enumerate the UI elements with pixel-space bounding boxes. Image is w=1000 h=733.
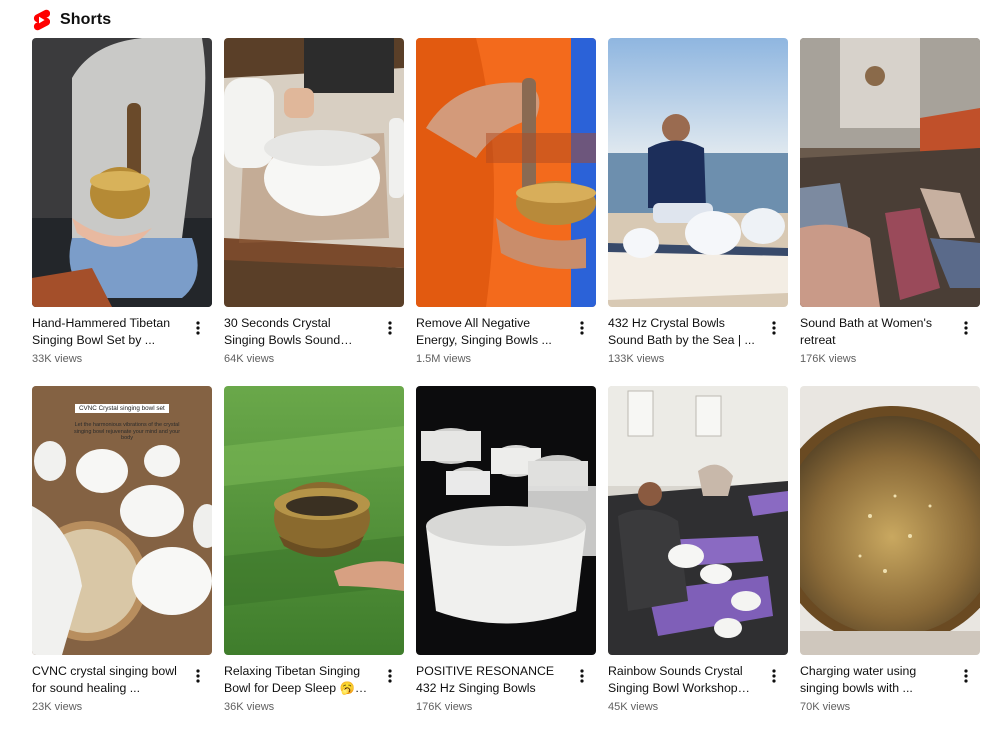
short-card[interactable]: 432 Hz Crystal Bowls Sound Bath by the S… bbox=[608, 38, 788, 376]
more-vert-icon[interactable] bbox=[766, 318, 782, 338]
short-views: 176K views bbox=[800, 353, 857, 365]
more-vert-icon[interactable] bbox=[766, 666, 782, 686]
short-title[interactable]: 432 Hz Crystal Bowls Sound Bath by the S… bbox=[608, 315, 758, 349]
short-thumbnail[interactable] bbox=[224, 386, 404, 655]
short-title[interactable]: POSITIVE RESONANCE 432 Hz Singing Bowls bbox=[416, 663, 566, 697]
more-vert-icon[interactable] bbox=[382, 318, 398, 338]
short-title[interactable]: 30 Seconds Crystal Singing Bowls Sound H… bbox=[224, 315, 374, 349]
short-thumbnail[interactable]: CVNC Crystal singing bowl set Let the ha… bbox=[32, 386, 212, 655]
section-title: Shorts bbox=[60, 11, 112, 28]
short-card[interactable]: Relaxing Tibetan Singing Bowl for Deep S… bbox=[224, 386, 404, 724]
overlay-caption: CVNC Crystal singing bowl set bbox=[75, 404, 169, 413]
short-card[interactable]: Charging water using singing bowls with … bbox=[800, 386, 980, 724]
short-meta: 30 Seconds Crystal Singing Bowls Sound H… bbox=[224, 315, 404, 367]
overlay-text: Let the harmonious vibrations of the cry… bbox=[73, 422, 181, 441]
more-vert-icon[interactable] bbox=[958, 318, 974, 338]
short-meta: Rainbow Sounds Crystal Singing Bowl Work… bbox=[608, 663, 788, 715]
short-thumbnail[interactable] bbox=[416, 386, 596, 655]
short-views: 33K views bbox=[32, 353, 83, 365]
short-meta: Hand-Hammered Tibetan Singing Bowl Set b… bbox=[32, 315, 212, 367]
short-meta: 432 Hz Crystal Bowls Sound Bath by the S… bbox=[608, 315, 788, 367]
short-meta: Relaxing Tibetan Singing Bowl for Deep S… bbox=[224, 663, 404, 715]
short-thumbnail[interactable] bbox=[608, 38, 788, 307]
short-card[interactable]: Hand-Hammered Tibetan Singing Bowl Set b… bbox=[32, 38, 212, 376]
short-views: 176K views bbox=[416, 701, 473, 713]
short-title[interactable]: Rainbow Sounds Crystal Singing Bowl Work… bbox=[608, 663, 758, 697]
short-card[interactable]: 30 Seconds Crystal Singing Bowls Sound H… bbox=[224, 38, 404, 376]
short-views: 1.5M views bbox=[416, 353, 472, 365]
short-card[interactable]: CVNC Crystal singing bowl set Let the ha… bbox=[32, 386, 212, 724]
short-meta: Remove All Negative Energy, Singing Bowl… bbox=[416, 315, 596, 367]
short-thumbnail[interactable] bbox=[800, 38, 980, 307]
short-views: 23K views bbox=[32, 701, 83, 713]
short-thumbnail[interactable] bbox=[32, 38, 212, 307]
short-meta: CVNC crystal singing bowl for sound heal… bbox=[32, 663, 212, 715]
short-views: 70K views bbox=[800, 701, 851, 713]
short-card[interactable]: POSITIVE RESONANCE 432 Hz Singing Bowls … bbox=[416, 386, 596, 724]
short-card[interactable]: Rainbow Sounds Crystal Singing Bowl Work… bbox=[608, 386, 788, 724]
short-title[interactable]: CVNC crystal singing bowl for sound heal… bbox=[32, 663, 182, 697]
short-title[interactable]: Sound Bath at Women's retreat bbox=[800, 315, 950, 349]
short-title[interactable]: Remove All Negative Energy, Singing Bowl… bbox=[416, 315, 566, 349]
short-views: 45K views bbox=[608, 701, 659, 713]
short-views: 36K views bbox=[224, 701, 275, 713]
shorts-grid: Hand-Hammered Tibetan Singing Bowl Set b… bbox=[32, 38, 980, 724]
more-vert-icon[interactable] bbox=[574, 666, 590, 686]
short-views: 64K views bbox=[224, 353, 275, 365]
short-title[interactable]: Charging water using singing bowls with … bbox=[800, 663, 950, 697]
short-title[interactable]: Relaxing Tibetan Singing Bowl for Deep S… bbox=[224, 663, 374, 697]
youtube-shorts-icon bbox=[33, 9, 50, 31]
shorts-header: Shorts bbox=[32, 8, 111, 32]
short-meta: POSITIVE RESONANCE 432 Hz Singing Bowls … bbox=[416, 663, 596, 715]
short-title[interactable]: Hand-Hammered Tibetan Singing Bowl Set b… bbox=[32, 315, 182, 349]
short-meta: Sound Bath at Women's retreat 176K views bbox=[800, 315, 980, 367]
more-vert-icon[interactable] bbox=[382, 666, 398, 686]
more-vert-icon[interactable] bbox=[574, 318, 590, 338]
more-vert-icon[interactable] bbox=[190, 318, 206, 338]
short-thumbnail[interactable] bbox=[224, 38, 404, 307]
short-views: 133K views bbox=[608, 353, 665, 365]
short-thumbnail[interactable] bbox=[416, 38, 596, 307]
short-meta: Charging water using singing bowls with … bbox=[800, 663, 980, 715]
short-thumbnail[interactable] bbox=[800, 386, 980, 655]
more-vert-icon[interactable] bbox=[190, 666, 206, 686]
short-thumbnail[interactable] bbox=[608, 386, 788, 655]
more-vert-icon[interactable] bbox=[958, 666, 974, 686]
short-card[interactable]: Remove All Negative Energy, Singing Bowl… bbox=[416, 38, 596, 376]
short-card[interactable]: Sound Bath at Women's retreat 176K views bbox=[800, 38, 980, 376]
